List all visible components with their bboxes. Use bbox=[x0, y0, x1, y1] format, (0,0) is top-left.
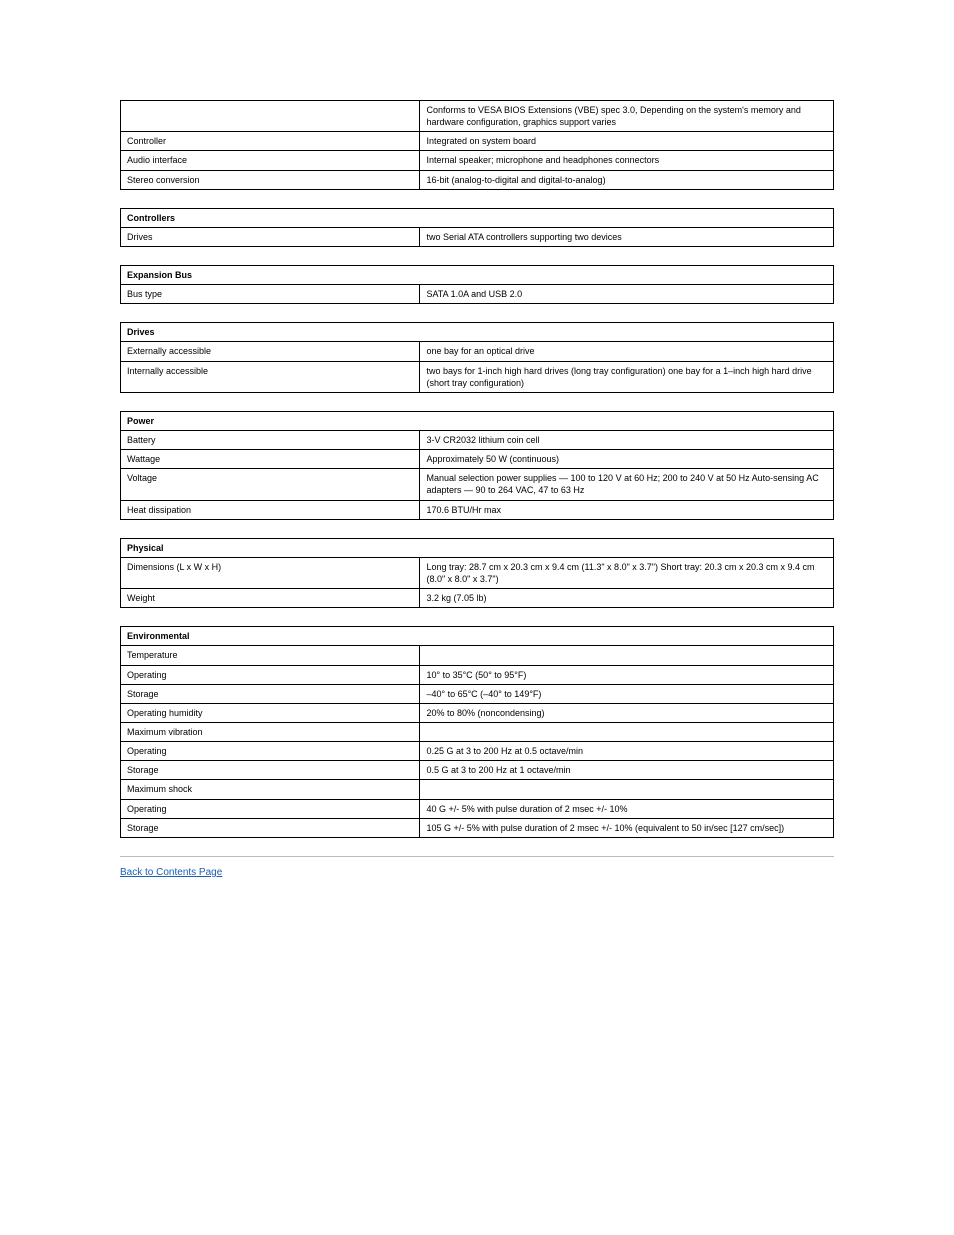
table-row: Storage –40° to 65°C (–40° to 149°F) bbox=[121, 684, 834, 703]
table-row: Internally accessible two bays for 1-inc… bbox=[121, 361, 834, 392]
cell-value: Internal speaker; microphone and headpho… bbox=[420, 151, 834, 170]
cell-label: Battery bbox=[121, 430, 420, 449]
table-header-row: Controllers bbox=[121, 208, 834, 227]
spec-table-power: Power Battery 3-V CR2032 lithium coin ce… bbox=[120, 411, 834, 520]
back-to-contents-link[interactable]: Back to Contents Page bbox=[120, 867, 222, 878]
cell-label: Operating bbox=[121, 665, 420, 684]
cell-label bbox=[121, 101, 420, 132]
cell-value: 170.6 BTU/Hr max bbox=[420, 500, 834, 519]
table-row: Weight 3.2 kg (7.05 lb) bbox=[121, 589, 834, 608]
table-header: Environmental bbox=[121, 627, 834, 646]
cell-value: Approximately 50 W (continuous) bbox=[420, 450, 834, 469]
table-row: Battery 3-V CR2032 lithium coin cell bbox=[121, 430, 834, 449]
table-header: Power bbox=[121, 411, 834, 430]
cell-label: Weight bbox=[121, 589, 420, 608]
cell-value: 16-bit (analog-to-digital and digital-to… bbox=[420, 170, 834, 189]
cell-value: Manual selection power supplies — 100 to… bbox=[420, 469, 834, 500]
cell-value: two bays for 1-inch high hard drives (lo… bbox=[420, 361, 834, 392]
divider bbox=[120, 856, 834, 857]
table-row: Stereo conversion 16-bit (analog-to-digi… bbox=[121, 170, 834, 189]
cell-label: Storage bbox=[121, 761, 420, 780]
table-header-row: Expansion Bus bbox=[121, 265, 834, 284]
spec-table-expansion-bus: Expansion Bus Bus type SATA 1.0A and USB… bbox=[120, 265, 834, 304]
spec-table-environmental: Environmental Temperature Operating 10° … bbox=[120, 626, 834, 838]
spec-table-drives: Drives Externally accessible one bay for… bbox=[120, 322, 834, 393]
table-row: Wattage Approximately 50 W (continuous) bbox=[121, 450, 834, 469]
cell-value: 3.2 kg (7.05 lb) bbox=[420, 589, 834, 608]
table-header: Physical bbox=[121, 538, 834, 557]
cell-label: Internally accessible bbox=[121, 361, 420, 392]
cell-label: Heat dissipation bbox=[121, 500, 420, 519]
table-header-row: Power bbox=[121, 411, 834, 430]
cell-label: Drives bbox=[121, 227, 420, 246]
cell-value bbox=[420, 780, 834, 799]
cell-value bbox=[420, 722, 834, 741]
cell-value: two Serial ATA controllers supporting tw… bbox=[420, 227, 834, 246]
cell-label: Maximum shock bbox=[121, 780, 420, 799]
cell-label: Controller bbox=[121, 132, 420, 151]
cell-label: Externally accessible bbox=[121, 342, 420, 361]
table-row: Storage 0.5 G at 3 to 200 Hz at 1 octave… bbox=[121, 761, 834, 780]
cell-label: Stereo conversion bbox=[121, 170, 420, 189]
table-row: Temperature bbox=[121, 646, 834, 665]
table-header-row: Drives bbox=[121, 323, 834, 342]
cell-value: 0.5 G at 3 to 200 Hz at 1 octave/min bbox=[420, 761, 834, 780]
table-row: Operating 40 G +/- 5% with pulse duratio… bbox=[121, 799, 834, 818]
cell-value: 20% to 80% (noncondensing) bbox=[420, 703, 834, 722]
table-header-row: Environmental bbox=[121, 627, 834, 646]
cell-value: one bay for an optical drive bbox=[420, 342, 834, 361]
table-row: Voltage Manual selection power supplies … bbox=[121, 469, 834, 500]
spec-table-physical: Physical Dimensions (L x W x H) Long tra… bbox=[120, 538, 834, 609]
table-row: Dimensions (L x W x H) Long tray: 28.7 c… bbox=[121, 557, 834, 588]
table-row: Operating 0.25 G at 3 to 200 Hz at 0.5 o… bbox=[121, 742, 834, 761]
cell-value: Integrated on system board bbox=[420, 132, 834, 151]
cell-value bbox=[420, 646, 834, 665]
cell-label: Storage bbox=[121, 684, 420, 703]
table-row: Maximum shock bbox=[121, 780, 834, 799]
table-row: Heat dissipation 170.6 BTU/Hr max bbox=[121, 500, 834, 519]
table-row: Maximum vibration bbox=[121, 722, 834, 741]
cell-label: Audio interface bbox=[121, 151, 420, 170]
table-row: Bus type SATA 1.0A and USB 2.0 bbox=[121, 285, 834, 304]
table-header: Controllers bbox=[121, 208, 834, 227]
table-row: Operating humidity 20% to 80% (nonconden… bbox=[121, 703, 834, 722]
table-header: Expansion Bus bbox=[121, 265, 834, 284]
cell-label: Wattage bbox=[121, 450, 420, 469]
cell-value: Conforms to VESA BIOS Extensions (VBE) s… bbox=[420, 101, 834, 132]
cell-value: 10° to 35°C (50° to 95°F) bbox=[420, 665, 834, 684]
table-row: Storage 105 G +/- 5% with pulse duration… bbox=[121, 818, 834, 837]
cell-label: Voltage bbox=[121, 469, 420, 500]
table-row: Drives two Serial ATA controllers suppor… bbox=[121, 227, 834, 246]
cell-value: Long tray: 28.7 cm x 20.3 cm x 9.4 cm (1… bbox=[420, 557, 834, 588]
cell-value: 3-V CR2032 lithium coin cell bbox=[420, 430, 834, 449]
table-header: Drives bbox=[121, 323, 834, 342]
spec-table-controllers: Controllers Drives two Serial ATA contro… bbox=[120, 208, 834, 247]
cell-value: SATA 1.0A and USB 2.0 bbox=[420, 285, 834, 304]
cell-value: 40 G +/- 5% with pulse duration of 2 mse… bbox=[420, 799, 834, 818]
table-row: Externally accessible one bay for an opt… bbox=[121, 342, 834, 361]
cell-label: Storage bbox=[121, 818, 420, 837]
cell-value: –40° to 65°C (–40° to 149°F) bbox=[420, 684, 834, 703]
cell-value: 105 G +/- 5% with pulse duration of 2 ms… bbox=[420, 818, 834, 837]
table-row: Conforms to VESA BIOS Extensions (VBE) s… bbox=[121, 101, 834, 132]
table-row: Audio interface Internal speaker; microp… bbox=[121, 151, 834, 170]
cell-label: Operating humidity bbox=[121, 703, 420, 722]
spec-table-intro: Conforms to VESA BIOS Extensions (VBE) s… bbox=[120, 100, 834, 190]
cell-label: Maximum vibration bbox=[121, 722, 420, 741]
cell-value: 0.25 G at 3 to 200 Hz at 0.5 octave/min bbox=[420, 742, 834, 761]
cell-label: Operating bbox=[121, 799, 420, 818]
cell-label: Dimensions (L x W x H) bbox=[121, 557, 420, 588]
cell-label: Bus type bbox=[121, 285, 420, 304]
cell-label: Operating bbox=[121, 742, 420, 761]
table-header-row: Physical bbox=[121, 538, 834, 557]
table-row: Operating 10° to 35°C (50° to 95°F) bbox=[121, 665, 834, 684]
table-row: Controller Integrated on system board bbox=[121, 132, 834, 151]
cell-label: Temperature bbox=[121, 646, 420, 665]
